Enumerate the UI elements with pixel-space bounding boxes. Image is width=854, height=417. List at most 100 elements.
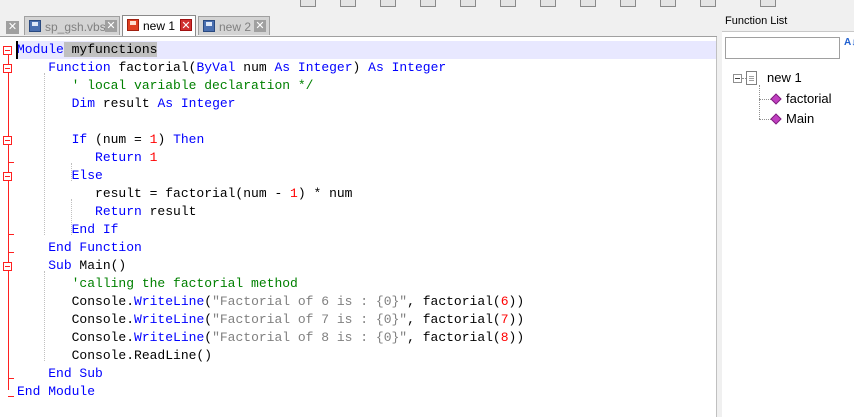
tab-label: sp_gsh.vbs <box>45 20 106 34</box>
code-token: 1 <box>149 150 158 165</box>
toolbar-button[interactable] <box>760 0 776 7</box>
code-token: 8 <box>500 330 509 345</box>
code-line[interactable]: Return 1 <box>17 149 157 167</box>
function-tree: new 1 factorial Main <box>722 65 854 417</box>
fold-toggle-icon[interactable] <box>3 46 12 55</box>
tree-item-factorial[interactable]: factorial <box>786 91 832 106</box>
code-token: result <box>95 96 158 111</box>
toolbar <box>0 0 854 9</box>
fold-toggle-icon[interactable] <box>3 64 12 73</box>
code-line[interactable]: Console.WriteLine("Factorial of 7 is : {… <box>17 311 525 329</box>
function-icon <box>770 93 782 105</box>
function-icon <box>770 113 782 125</box>
tree-item-main[interactable]: Main <box>786 111 814 126</box>
tab-sp-gsh-vbs[interactable]: sp_gsh.vbs ✕ <box>24 16 120 35</box>
code-line[interactable]: End Sub <box>17 365 103 383</box>
toolbar-button[interactable] <box>620 0 636 7</box>
code-token: ( <box>204 330 213 345</box>
function-list-title: Function List <box>722 10 854 32</box>
code-line[interactable]: Sub Main() <box>17 257 126 275</box>
code-token: Console.ReadLine() <box>17 348 213 363</box>
close-icon[interactable]: ✕ <box>180 19 192 32</box>
code-token: Return <box>95 204 142 219</box>
close-icon[interactable]: ✕ <box>254 20 266 32</box>
tab-new-1[interactable]: new 1 ✕ <box>122 15 196 36</box>
toolbar-button[interactable] <box>380 0 396 7</box>
code-token: Else <box>71 168 103 183</box>
code-line[interactable]: End If <box>17 221 119 239</box>
code-line[interactable]: Return result <box>17 203 196 221</box>
code-token: ' local variable declaration */ <box>71 78 314 93</box>
file-icon <box>203 20 215 32</box>
code-line[interactable]: Console.ReadLine() <box>17 347 212 365</box>
code-line[interactable]: Console.WriteLine("Factorial of 6 is : {… <box>17 293 525 311</box>
sort-az-icon[interactable]: A↓Z <box>844 38 854 58</box>
code-line[interactable]: Function factorial(ByVal num As Integer)… <box>17 59 446 77</box>
toolbar-button[interactable] <box>300 0 316 7</box>
tab-new-2[interactable]: new 2 ✕ <box>198 16 270 35</box>
tree-connector <box>759 99 771 100</box>
fold-toggle-icon[interactable] <box>3 136 12 145</box>
toolbar-button[interactable] <box>420 0 436 7</box>
code-token: Then <box>173 132 205 147</box>
code-token: 7 <box>500 312 509 327</box>
toolbar-button[interactable] <box>500 0 516 7</box>
fold-margin <box>0 37 16 417</box>
code-line[interactable]: 'calling the factorial method <box>17 275 298 293</box>
code-token: End Module <box>17 384 96 399</box>
fold-toggle-icon[interactable] <box>3 262 12 271</box>
code-token: End Function <box>48 240 142 255</box>
code-line[interactable]: If (num = 1) Then <box>17 131 205 149</box>
code-line[interactable]: Else <box>17 167 103 185</box>
toolbar-button[interactable] <box>580 0 596 7</box>
code-token: ) <box>352 60 369 75</box>
code-token: Integer <box>391 60 447 75</box>
code-token: As <box>368 60 384 75</box>
code-token: , factorial( <box>407 294 501 309</box>
toolbar-button[interactable] <box>700 0 716 7</box>
code-line[interactable]: End Function <box>17 239 142 257</box>
code-token: Console. <box>17 294 135 309</box>
toolbar-button[interactable] <box>660 0 676 7</box>
code-token: "Factorial of 6 is : {0}" <box>212 294 408 309</box>
code-line[interactable]: Console.WriteLine("Factorial of 8 is : {… <box>17 329 525 347</box>
code-token: WriteLine <box>134 312 205 327</box>
code-token: 'calling the factorial method <box>71 276 298 291</box>
code-token: Return <box>95 150 142 165</box>
tab-bar: ✕ sp_gsh.vbs ✕ new 1 ✕ new 2 ✕ <box>0 10 718 37</box>
code-token: If <box>71 132 88 147</box>
code-line[interactable]: result = factorial(num - 1) * num <box>17 185 352 203</box>
code-token: ( <box>204 312 213 327</box>
code-token: Module <box>17 42 64 57</box>
code-line[interactable]: End Module <box>17 383 95 401</box>
code-line[interactable]: Dim result As Integer <box>17 95 236 113</box>
code-token: ) * num <box>297 186 353 201</box>
toolbar-button[interactable] <box>460 0 476 7</box>
fold-end <box>8 252 14 253</box>
code-line[interactable]: ' local variable declaration */ <box>17 77 314 95</box>
close-icon[interactable]: ✕ <box>105 20 117 32</box>
code-line[interactable]: Module myfunctions <box>16 41 716 59</box>
code-token: Main() <box>71 258 127 273</box>
code-token: ByVal <box>196 60 236 75</box>
tree-root-new-1[interactable]: new 1 <box>767 70 802 85</box>
toolbar-button[interactable] <box>340 0 356 7</box>
toolbar-button[interactable] <box>540 0 556 7</box>
code-token: Integer <box>180 96 236 111</box>
code-editor[interactable]: Module myfunctions Function factorial(By… <box>0 37 717 417</box>
collapse-icon[interactable] <box>733 74 742 83</box>
close-all-icon[interactable]: ✕ <box>6 21 19 34</box>
code-token: "Factorial of 8 is : {0}" <box>212 330 408 345</box>
function-search-input[interactable] <box>725 37 840 59</box>
fold-toggle-icon[interactable] <box>3 172 12 181</box>
tree-connector <box>759 85 760 119</box>
